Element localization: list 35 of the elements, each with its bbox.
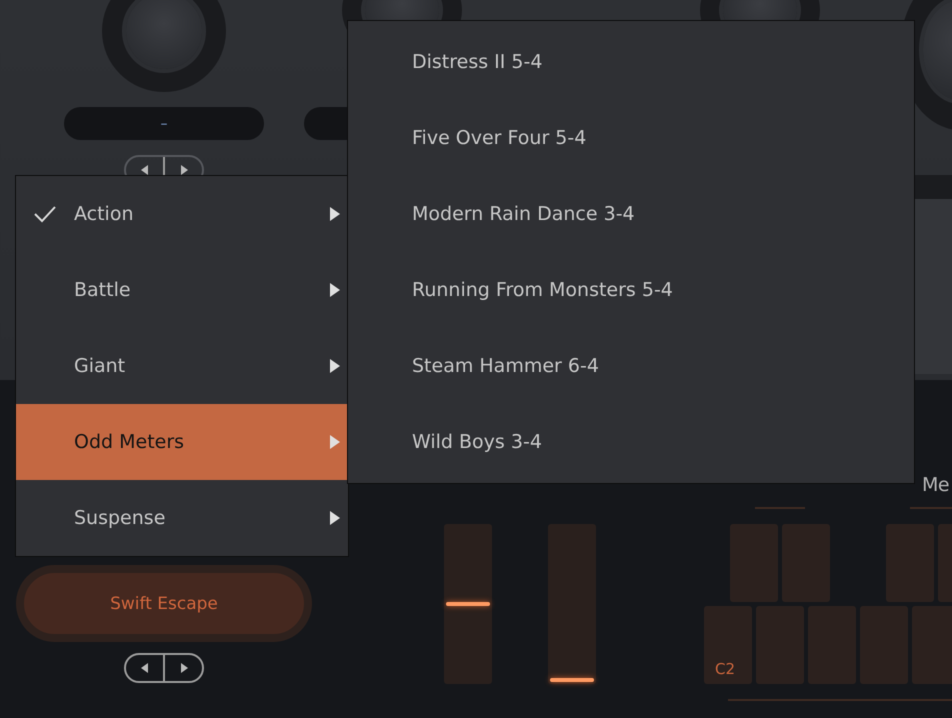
group-label: Me	[922, 474, 950, 496]
value-display: –	[64, 107, 264, 140]
submenu-item[interactable]: Modern Rain Dance 3-4	[348, 176, 914, 252]
slider-thumb[interactable]	[446, 602, 490, 606]
drum-pad[interactable]: C2	[704, 606, 752, 684]
menu-item-label: Battle	[74, 279, 132, 301]
preset-button[interactable]: Swift Escape	[16, 565, 312, 642]
submenu-item[interactable]: Wild Boys 3-4	[348, 404, 914, 480]
slider-thumb[interactable]	[550, 678, 594, 682]
submenu-arrow-icon	[330, 207, 340, 221]
menu-item-label: Giant	[74, 355, 126, 377]
next-icon	[180, 663, 188, 673]
submenu-item[interactable]: Distress II 5-4	[348, 24, 914, 100]
menu-item[interactable]: Giant	[16, 328, 348, 404]
previous-icon	[140, 663, 148, 673]
menu-item[interactable]: Battle	[16, 252, 348, 328]
stepper-control[interactable]	[124, 653, 204, 683]
next-icon	[180, 165, 188, 175]
submenu-arrow-icon	[330, 283, 340, 297]
menu-item[interactable]: Odd Meters	[16, 404, 348, 480]
previous-icon	[140, 165, 148, 175]
submenu-arrow-icon	[330, 435, 340, 449]
menu-item[interactable]: Action	[16, 176, 348, 252]
submenu-arrow-icon	[330, 511, 340, 525]
vertical-slider[interactable]	[444, 524, 492, 684]
menu-item-label: Odd Meters	[74, 431, 186, 453]
submenu-item[interactable]: Steam Hammer 6-4	[348, 328, 914, 404]
submenu-item[interactable]: Running From Monsters 5-4	[348, 252, 914, 328]
menu-item[interactable]: Suspense	[16, 480, 348, 556]
vertical-slider[interactable]	[548, 524, 596, 684]
menu-item-label: Action	[74, 203, 135, 225]
submenu-arrow-icon	[330, 359, 340, 373]
note-label: C2	[715, 660, 736, 678]
submenu-item[interactable]: Five Over Four 5-4	[348, 100, 914, 176]
menu-item-label: Suspense	[74, 507, 166, 529]
